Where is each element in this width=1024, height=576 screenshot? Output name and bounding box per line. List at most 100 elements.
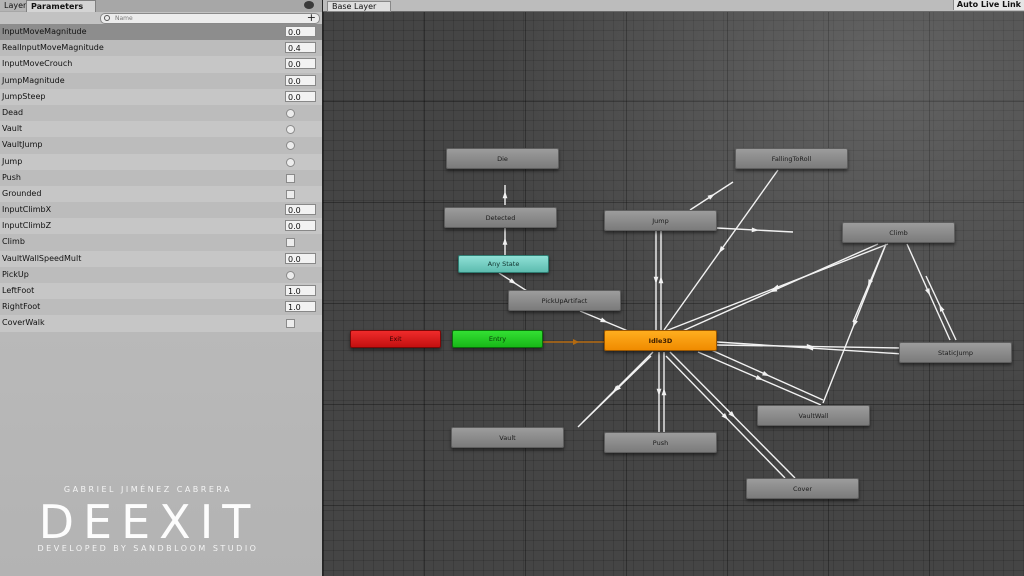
parameter-value-field[interactable]: 1.0	[285, 301, 316, 313]
parameter-value-field[interactable]: 0.0	[285, 74, 316, 86]
transition-arrow	[661, 388, 667, 396]
parameter-row[interactable]: Jump	[0, 153, 322, 170]
parameter-name: Climb	[2, 237, 25, 247]
parameter-row[interactable]: Push	[0, 169, 322, 186]
transition-arrow	[762, 371, 770, 377]
parameter-name: Jump	[2, 156, 23, 166]
transition-arrow	[925, 288, 931, 296]
parameter-name: InputMoveCrouch	[2, 59, 73, 69]
parameter-value-field[interactable]: 0.0	[285, 220, 316, 232]
parameter-row[interactable]: InputClimbZ 0.0	[0, 218, 322, 235]
parameter-row[interactable]: RightFoot 1.0	[0, 299, 322, 316]
parameter-row[interactable]: JumpSteep 0.0	[0, 88, 322, 105]
graph-toolbar: Base Layer Auto Live Link	[323, 0, 1024, 12]
transition-arrow	[502, 191, 508, 199]
state-pickup-artifact[interactable]: PickUpArtifact	[508, 290, 621, 311]
parameter-trigger-radio[interactable]	[286, 270, 295, 280]
parameter-name: Dead	[2, 107, 24, 117]
state-exit[interactable]: Exit	[350, 330, 441, 348]
state-jump[interactable]: Jump	[604, 210, 717, 231]
parameter-row[interactable]: Dead	[0, 104, 322, 122]
state-vault-wall[interactable]: VaultWall	[757, 405, 870, 426]
state-static-jump[interactable]: StaticJump	[899, 342, 1012, 363]
parameter-name: Grounded	[2, 188, 42, 198]
parameter-trigger-radio[interactable]	[286, 157, 295, 167]
transition-arrow	[502, 237, 508, 245]
parameter-row[interactable]: Grounded	[0, 185, 322, 203]
parameter-name: InputMoveMagnitude	[2, 27, 87, 36]
watermark-logo: DEEXIT	[38, 495, 260, 549]
default-transition-arrow	[573, 339, 579, 345]
transition-arrow	[653, 276, 659, 284]
parameter-name: InputClimbZ	[2, 221, 52, 231]
parameter-name: Push	[2, 172, 21, 182]
parameter-value-field[interactable]: 0.4	[285, 42, 316, 54]
parameter-name: VaultJump	[2, 140, 43, 150]
eye-icon[interactable]	[304, 1, 314, 9]
auto-live-link-button[interactable]: Auto Live Link	[952, 0, 1024, 10]
parameter-row[interactable]: VaultWallSpeedMult 0.0	[0, 250, 322, 267]
transition-arrow	[600, 317, 608, 323]
state-detected[interactable]: Detected	[444, 207, 557, 228]
parameter-name: VaultWallSpeedMult	[2, 253, 82, 263]
parameter-name: InputClimbX	[2, 205, 52, 215]
transition-arrow	[658, 276, 664, 284]
watermark-developer: DEVELOPED BY SANDBLOOM STUDIO	[37, 544, 259, 553]
parameter-row[interactable]: LeftFoot 1.0	[0, 283, 322, 300]
parameter-name: RealInputMoveMagnitude	[2, 43, 104, 53]
breadcrumb[interactable]: Base Layer	[327, 1, 392, 12]
parameter-row[interactable]: Vault	[0, 121, 322, 138]
parameter-bool-checkbox[interactable]	[286, 189, 295, 199]
parameter-name: RightFoot	[2, 302, 41, 312]
parameter-bool-checkbox[interactable]	[286, 238, 295, 248]
parameter-row[interactable]: InputClimbX 0.0	[0, 202, 322, 219]
parameter-value-field[interactable]: 1.0	[285, 285, 316, 296]
add-parameter-icon[interactable]: +	[307, 12, 316, 23]
parameter-bool-checkbox[interactable]	[286, 173, 295, 183]
transition-arrow	[509, 278, 517, 285]
parameter-trigger-radio[interactable]	[286, 125, 295, 135]
transition-arrow	[656, 388, 662, 396]
parameter-value-field[interactable]: 0.0	[285, 90, 316, 102]
transition-arrow	[853, 319, 858, 328]
parameter-value-field[interactable]: 0.0	[285, 204, 316, 216]
parameter-row[interactable]: Climb	[0, 234, 322, 251]
parameter-value-field[interactable]: 0.0	[285, 58, 316, 70]
parameter-name: JumpMagnitude	[2, 75, 65, 85]
parameters-panel: Layers Parameters Name + InputMoveMagnit…	[0, 0, 323, 576]
parameter-name: Vault	[2, 124, 23, 134]
animator-graph[interactable]: Base Layer Auto Live Link Die FallingToR…	[323, 0, 1024, 576]
parameter-row[interactable]: JumpMagnitude 0.0	[0, 72, 322, 89]
parameter-trigger-radio[interactable]	[286, 141, 295, 151]
search-input[interactable]: Name	[100, 13, 320, 24]
state-idle3d[interactable]: Idle3D	[604, 330, 717, 351]
parameter-row[interactable]: RealInputMoveMagnitude 0.4	[0, 40, 322, 57]
state-falling-to-roll[interactable]: FallingToRoll	[735, 148, 848, 169]
parameter-value-field[interactable]: 0.0	[285, 252, 316, 264]
parameter-row[interactable]: InputMoveCrouch 0.0	[0, 56, 322, 73]
state-entry[interactable]: Entry	[452, 330, 543, 348]
watermark-author: GABRIEL JIMÉNEZ CABRERA	[63, 485, 233, 494]
parameter-value-field[interactable]: 0.0	[285, 26, 316, 37]
search-icon	[104, 15, 110, 21]
parameter-name: PickUp	[2, 269, 29, 279]
state-push[interactable]: Push	[604, 432, 717, 453]
transition-arrow	[707, 193, 715, 200]
parameter-list: InputMoveMagnitude 0.0 RealInputMoveMagnit…	[0, 24, 322, 332]
state-cover[interactable]: Cover	[746, 478, 859, 499]
parameter-row[interactable]: VaultJump	[0, 137, 322, 154]
transition-arrow	[755, 375, 764, 381]
parameter-bool-checkbox[interactable]	[286, 319, 295, 329]
state-climb[interactable]: Climb	[842, 222, 955, 243]
tab-parameters[interactable]: Parameters	[26, 0, 96, 12]
parameter-row[interactable]: PickUp	[0, 266, 322, 283]
parameter-name: CoverWalk	[2, 318, 45, 328]
parameter-row[interactable]: InputMoveMagnitude 0.0	[0, 24, 322, 41]
state-die[interactable]: Die	[446, 148, 559, 169]
state-any-state[interactable]: Any State	[458, 255, 549, 273]
parameter-row[interactable]: CoverWalk	[0, 315, 322, 332]
state-vault[interactable]: Vault	[451, 427, 564, 448]
transition-arrow	[939, 304, 945, 312]
tab-layers[interactable]: Layers	[0, 0, 27, 11]
parameter-trigger-radio[interactable]	[286, 108, 295, 118]
